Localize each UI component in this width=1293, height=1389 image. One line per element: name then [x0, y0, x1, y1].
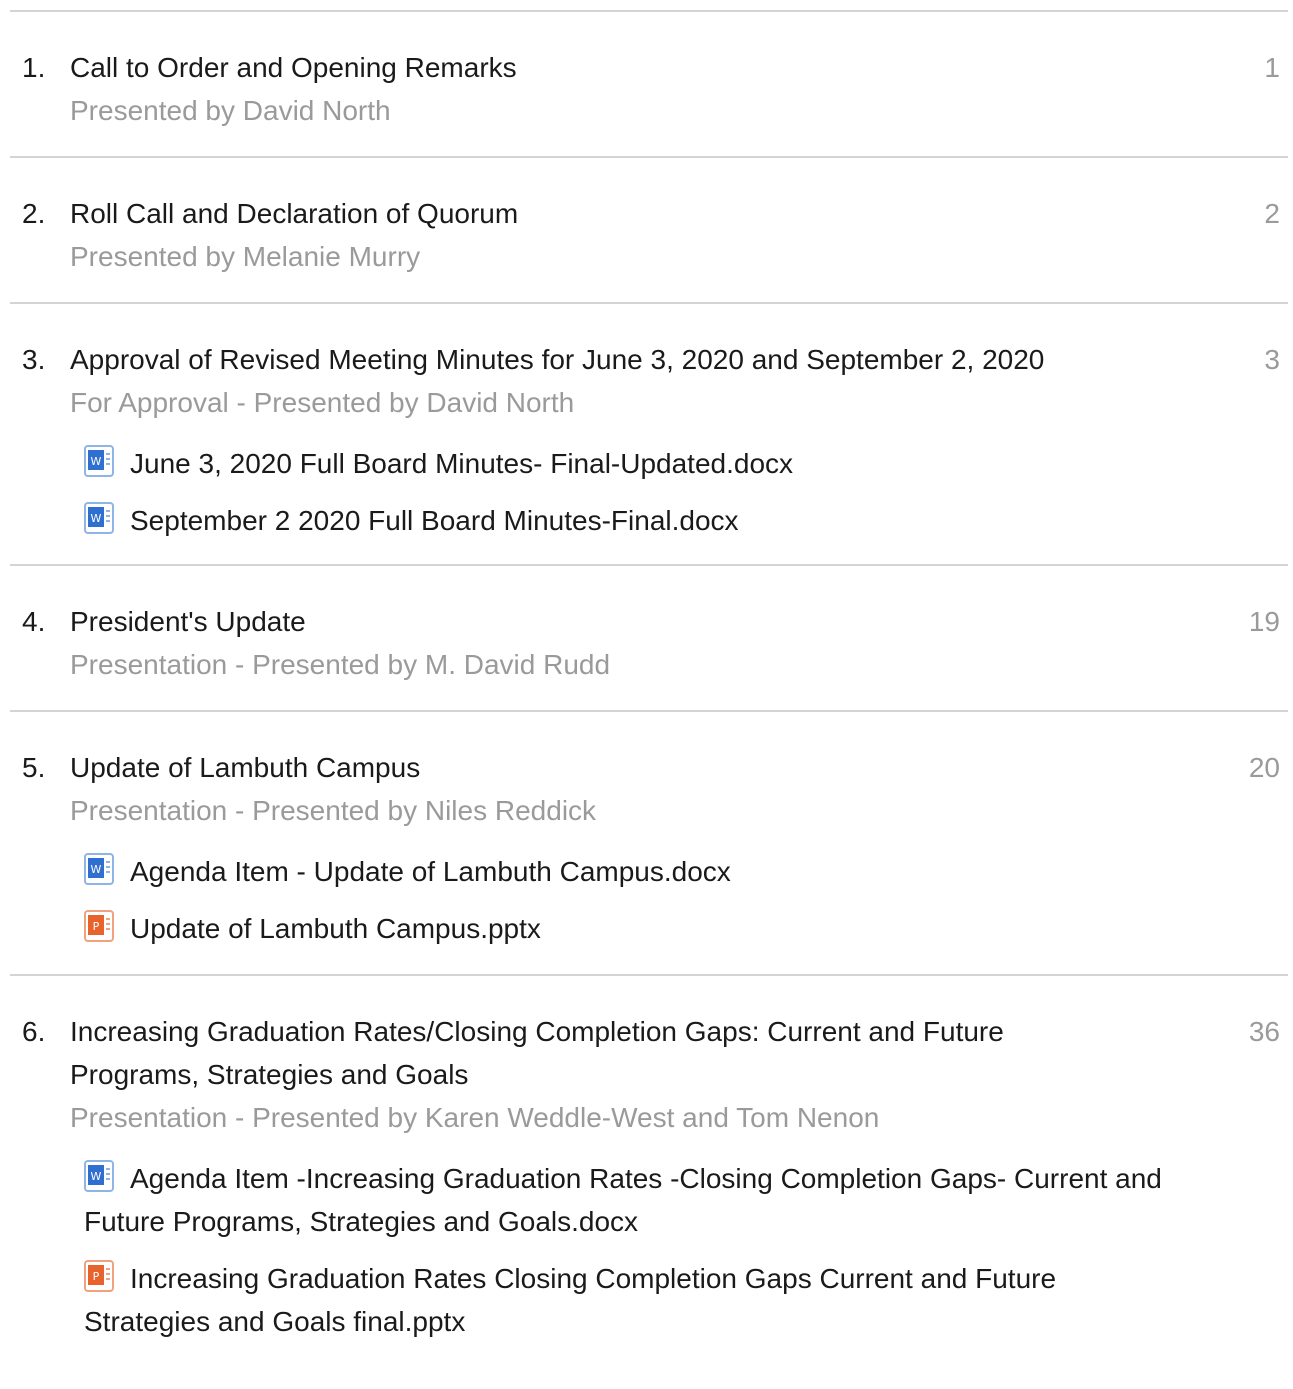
word-doc-icon: W — [84, 1160, 114, 1192]
item-presenter: For Approval - Presented by David North — [70, 387, 575, 418]
item-page-number: 36 — [1248, 1016, 1280, 1047]
item-number: 6. — [22, 1016, 46, 1047]
item-title[interactable]: President's Update — [70, 600, 1130, 643]
svg-text:P: P — [93, 1270, 100, 1283]
item-page-number: 19 — [1248, 606, 1280, 637]
attachment-link[interactable]: W Agenda Item - Update of Lambuth Campus… — [84, 850, 1164, 893]
attachment-link[interactable]: W June 3, 2020 Full Board Minutes- Final… — [84, 442, 1164, 485]
powerpoint-doc-icon: P — [84, 1260, 114, 1292]
svg-text:W: W — [91, 512, 102, 525]
svg-text:W: W — [91, 1170, 102, 1183]
item-page-number: 1 — [1264, 52, 1280, 83]
agenda-item[interactable]: 3. 3 Approval of Revised Meeting Minutes… — [10, 338, 1288, 424]
divider — [10, 10, 1288, 12]
attachment-link[interactable]: P Increasing Graduation Rates Closing Co… — [84, 1257, 1164, 1343]
svg-text:W: W — [91, 863, 102, 876]
attachment-name[interactable]: September 2 2020 Full Board Minutes-Fina… — [130, 505, 739, 536]
agenda-list: 1. 1 Call to Order and Opening Remarks P… — [10, 0, 1288, 1343]
divider — [10, 302, 1288, 304]
item-title[interactable]: Approval of Revised Meeting Minutes for … — [70, 338, 1130, 381]
divider — [10, 974, 1288, 976]
item-page-number: 3 — [1264, 344, 1280, 375]
svg-text:P: P — [93, 920, 100, 933]
divider — [10, 564, 1288, 566]
divider — [10, 156, 1288, 158]
word-doc-icon: W — [84, 445, 114, 477]
item-page-number: 20 — [1248, 752, 1280, 783]
attachment-link[interactable]: W Agenda Item -Increasing Graduation Rat… — [84, 1157, 1164, 1243]
item-number: 4. — [22, 606, 46, 637]
divider — [10, 710, 1288, 712]
item-presenter: Presentation - Presented by Niles Reddic… — [70, 795, 597, 826]
powerpoint-doc-icon: P — [84, 910, 114, 942]
attachment-name[interactable]: Agenda Item - Update of Lambuth Campus.d… — [130, 856, 731, 887]
word-doc-icon: W — [84, 502, 114, 534]
agenda-item[interactable]: 2. 2 Roll Call and Declaration of Quorum… — [10, 192, 1288, 278]
item-title[interactable]: Call to Order and Opening Remarks — [70, 46, 1130, 89]
attachment-name[interactable]: Agenda Item -Increasing Graduation Rates… — [84, 1163, 1162, 1237]
item-presenter: Presented by David North — [70, 95, 391, 126]
item-number: 1. — [22, 52, 46, 83]
item-title[interactable]: Update of Lambuth Campus — [70, 746, 1130, 789]
item-number: 2. — [22, 198, 46, 229]
attachment-name[interactable]: Update of Lambuth Campus.pptx — [130, 913, 541, 944]
item-page-number: 2 — [1264, 198, 1280, 229]
item-presenter: Presentation - Presented by Karen Weddle… — [70, 1102, 880, 1133]
item-number: 5. — [22, 752, 46, 783]
agenda-item[interactable]: 5. 20 Update of Lambuth Campus Presentat… — [10, 746, 1288, 832]
item-title[interactable]: Roll Call and Declaration of Quorum — [70, 192, 1130, 235]
item-presenter: Presentation - Presented by M. David Rud… — [70, 649, 611, 680]
word-doc-icon: W — [84, 853, 114, 885]
attachment-name[interactable]: June 3, 2020 Full Board Minutes- Final-U… — [130, 448, 793, 479]
attachment-link[interactable]: W September 2 2020 Full Board Minutes-Fi… — [84, 499, 1164, 542]
agenda-item[interactable]: 1. 1 Call to Order and Opening Remarks P… — [10, 46, 1288, 132]
agenda-item[interactable]: 6. 36 Increasing Graduation Rates/Closin… — [10, 1010, 1288, 1139]
attachment-name[interactable]: Increasing Graduation Rates Closing Comp… — [84, 1263, 1056, 1337]
svg-text:W: W — [91, 455, 102, 468]
item-title[interactable]: Increasing Graduation Rates/Closing Comp… — [70, 1010, 1130, 1096]
agenda-item[interactable]: 4. 19 President's Update Presentation - … — [10, 600, 1288, 686]
item-number: 3. — [22, 344, 46, 375]
item-presenter: Presented by Melanie Murry — [70, 241, 421, 272]
attachment-link[interactable]: P Update of Lambuth Campus.pptx 22 — [84, 907, 1164, 950]
